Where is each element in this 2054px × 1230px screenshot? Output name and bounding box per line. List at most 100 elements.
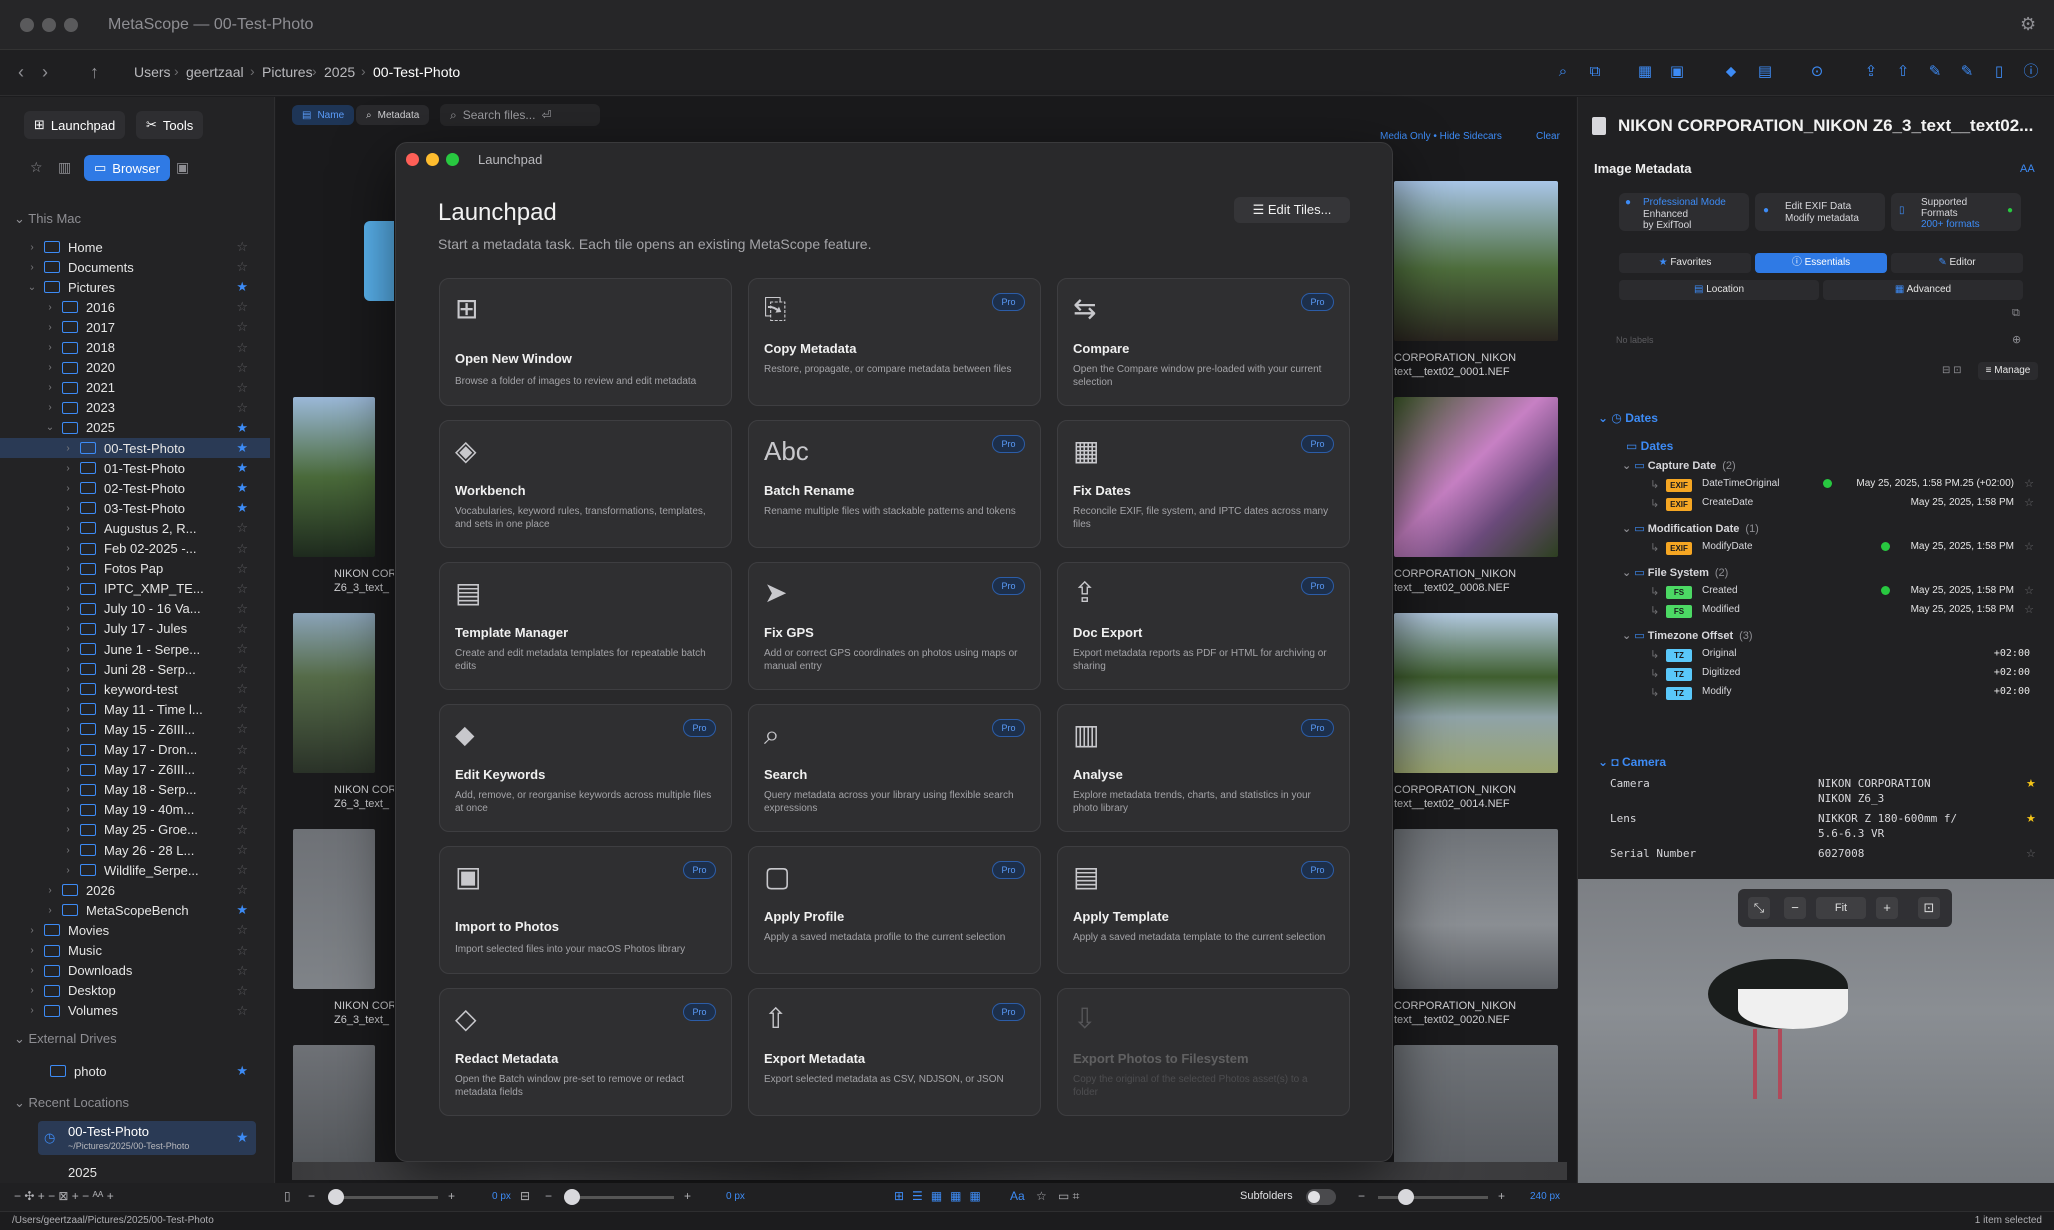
media-filter[interactable]: Media Only • Hide Sidecars (1380, 131, 1502, 142)
library-icon[interactable]: ▥ (58, 159, 71, 176)
folder-02-test-photo[interactable]: › 02-Test-Photo ★ (0, 478, 270, 498)
sidebar-toggle-icon[interactable]: ▯ (284, 1189, 291, 1203)
chevron-right-icon[interactable]: › (62, 483, 74, 494)
chevron-right-icon[interactable]: › (44, 322, 56, 333)
chevron-right-icon[interactable]: › (62, 865, 74, 876)
star-icon[interactable]: ☆ (30, 159, 43, 176)
tile-doc-export[interactable]: ⇪ Doc Export Export metadata reports as PD… (1057, 562, 1350, 690)
info-icon[interactable]: ⓘ (2022, 63, 2040, 81)
folder-pictures[interactable]: ⌄ Pictures ★ (0, 277, 270, 297)
chevron-right-icon[interactable]: › (62, 744, 74, 755)
chevron-right-icon[interactable]: › (62, 543, 74, 554)
tools-tab[interactable]: ✂ Tools (136, 111, 204, 139)
chevron-right-icon[interactable]: › (26, 262, 38, 273)
star-icon[interactable]: ☆ (2024, 540, 2034, 553)
tile-copy-metadata[interactable]: ⎘ Copy Metadata Restore, propagate, or com… (748, 278, 1041, 406)
add-label-icon[interactable]: ⊕ (2012, 333, 2021, 346)
photo-thumbnail[interactable] (1394, 613, 1558, 773)
width-slider[interactable] (328, 1196, 438, 1199)
dates-subsection-header[interactable]: ▭ Dates (1626, 439, 1673, 453)
folder-may-25-groe[interactable]: › May 25 - Groe... ☆ (0, 820, 270, 840)
tab-editor[interactable]: ✎ Editor (1891, 253, 2023, 273)
chevron-right-icon[interactable]: › (44, 905, 56, 916)
share-icon[interactable]: ⇧ (1894, 63, 1912, 81)
sort-name-tab[interactable]: ▤ Name (292, 105, 355, 125)
tile-apply-profile[interactable]: ▢ Apply Profile Apply a saved metadata pro… (748, 846, 1041, 974)
width-slider-knob[interactable] (328, 1189, 344, 1205)
tile-template-manager[interactable]: ▤ Template Manager Create and edit metadat… (439, 562, 732, 690)
folder-july-17-jules[interactable]: › July 17 - Jules ☆ (0, 619, 270, 639)
chevron-right-icon[interactable]: › (26, 1005, 38, 1016)
folder-desktop[interactable]: › Desktop ☆ (0, 981, 270, 1001)
folder-2020[interactable]: › 2020 ☆ (0, 358, 270, 378)
chevron-right-icon[interactable]: › (62, 764, 74, 775)
star-icon[interactable]: ☆ (236, 681, 248, 697)
subfolders-toggle[interactable] (1306, 1189, 1336, 1205)
date-group-header[interactable]: ⌄ ▭ File System (2) (1622, 566, 1728, 579)
zoom-out-button[interactable]: − (1784, 897, 1806, 919)
star-icon[interactable]: ☆ (2026, 847, 2036, 860)
folder-movies[interactable]: › Movies ☆ (0, 920, 270, 940)
folder-juni-28-serp[interactable]: › Juni 28 - Serp... ☆ (0, 659, 270, 679)
chevron-right-icon[interactable]: › (62, 824, 74, 835)
zoom-window-button[interactable] (64, 18, 78, 32)
photos-icon[interactable]: ▣ (176, 159, 189, 176)
up-icon[interactable]: ↑ (90, 62, 99, 83)
grid-icon[interactable]: ▦ (1636, 63, 1654, 81)
breadcrumb-item[interactable]: 2025 (324, 64, 355, 80)
folder-wildlife-serpe[interactable]: › Wildlife_Serpe... ☆ (0, 860, 270, 880)
thumbnail-size-slider[interactable] (1378, 1196, 1488, 1199)
minimize-button[interactable] (426, 153, 439, 166)
star-filter-icon[interactable]: ☆ (1036, 1189, 1047, 1203)
camera-value-line2[interactable]: 5.6-6.3 VR (1818, 827, 1884, 840)
star-icon[interactable]: ☆ (236, 581, 248, 597)
photo-thumbnail[interactable] (293, 613, 375, 773)
star-icon[interactable]: ☆ (2024, 477, 2034, 490)
text-size-button[interactable]: AA (2020, 163, 2035, 175)
chevron-right-icon[interactable]: › (26, 985, 38, 996)
star-icon[interactable]: ☆ (236, 239, 248, 255)
tab-favorites[interactable]: ★ Favorites (1619, 253, 1751, 273)
folder-may-18-serp[interactable]: › May 18 - Serp... ☆ (0, 780, 270, 800)
recent-location-2025[interactable]: 2025 (68, 1165, 97, 1180)
photo-thumbnail[interactable] (1394, 397, 1558, 557)
chevron-right-icon[interactable]: › (62, 463, 74, 474)
back-icon[interactable]: ‹ (18, 62, 24, 83)
section-external-drives[interactable]: ⌄ External Drives (14, 1031, 117, 1047)
chevron-right-icon[interactable]: › (62, 704, 74, 715)
chevron-right-icon[interactable]: › (26, 242, 38, 253)
tile-redact-metadata[interactable]: ◇ Redact Metadata Open the Batch window pr… (439, 988, 732, 1116)
dates-section-header[interactable]: ⌄ ◷ Dates (1598, 411, 1658, 425)
view-mode-icons[interactable]: ⊞☰▦▦▦ (894, 1189, 989, 1203)
star-icon[interactable]: ☆ (236, 742, 248, 758)
folder-may-17-dron[interactable]: › May 17 - Dron... ☆ (0, 740, 270, 760)
star-icon[interactable]: ☆ (236, 701, 248, 717)
chevron-right-icon[interactable]: › (26, 965, 38, 976)
star-icon[interactable]: ☆ (236, 641, 248, 657)
tag-icon[interactable]: ⬥ (1722, 63, 1740, 81)
chevron-down-icon[interactable]: ⌄ (26, 282, 38, 293)
breadcrumb-item[interactable]: Users (134, 64, 171, 80)
copy-icon[interactable]: ⧉ (2012, 307, 2020, 320)
sidebar-controls[interactable]: − ✣ + − ⊠ + − ᴬᴬ + (14, 1189, 114, 1203)
star-icon[interactable]: ☆ (236, 400, 248, 416)
date-group-header[interactable]: ⌄ ▭ Capture Date (2) (1622, 459, 1736, 472)
tile-batch-rename[interactable]: Abc Batch Rename Rename multiple files wit… (748, 420, 1041, 548)
photo-thumbnail[interactable] (1394, 829, 1558, 989)
breadcrumb-item[interactable]: geertzaal (186, 64, 244, 80)
camera-value[interactable]: 6027008 (1818, 847, 1864, 860)
tile-fix-gps[interactable]: ➤ Fix GPS Add or correct GPS coordinates o… (748, 562, 1041, 690)
star-icon[interactable]: ☆ (236, 520, 248, 536)
star-icon[interactable]: ★ (236, 440, 248, 456)
star-icon[interactable]: ☆ (236, 963, 248, 979)
play-icon[interactable]: ⊙ (1808, 63, 1826, 81)
chevron-right-icon[interactable]: › (62, 644, 74, 655)
folder-2018[interactable]: › 2018 ☆ (0, 338, 270, 358)
star-icon[interactable]: ☆ (2024, 496, 2034, 509)
star-icon[interactable]: ☆ (236, 340, 248, 356)
photo-thumbnail[interactable] (293, 1045, 375, 1165)
chevron-right-icon[interactable]: › (62, 804, 74, 815)
folder-may-26-28-l[interactable]: › May 26 - 28 L... ☆ (0, 840, 270, 860)
camera-value[interactable]: NIKON CORPORATION (1818, 777, 1931, 790)
tile-search[interactable]: ⌕ Search Query metadata across your librar… (748, 704, 1041, 832)
